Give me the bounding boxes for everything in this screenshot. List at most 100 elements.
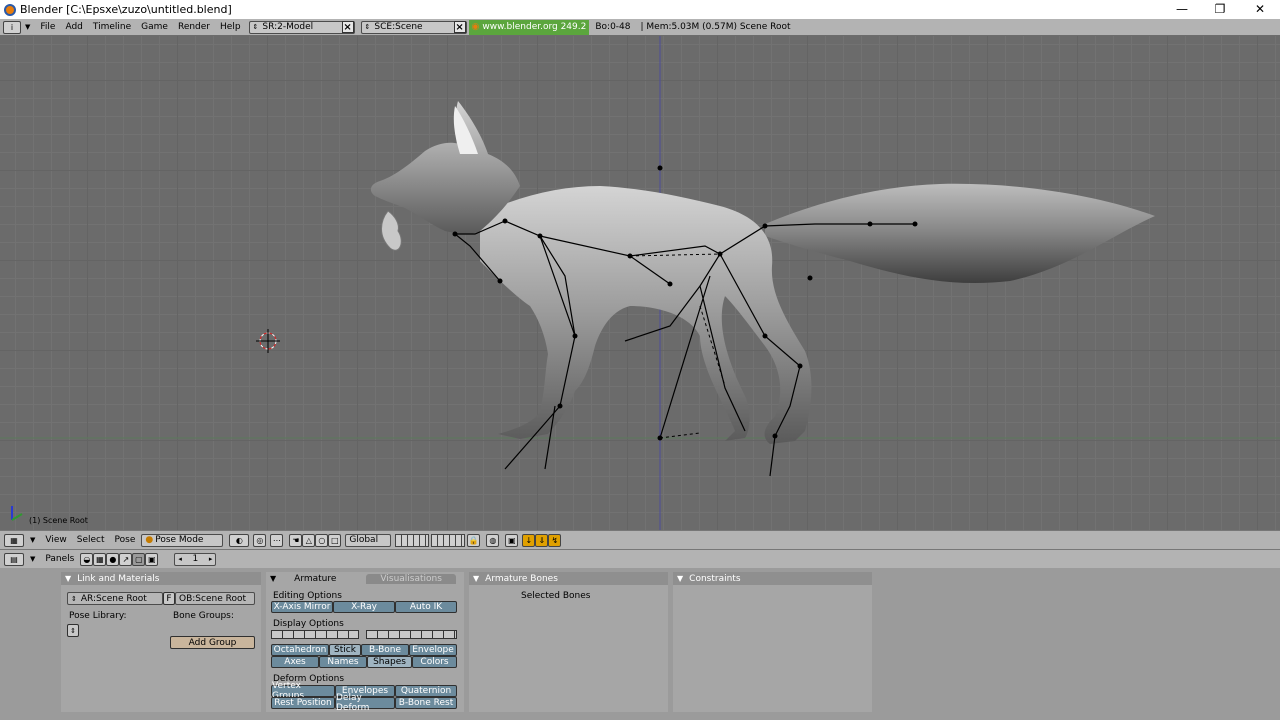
bone-layers-group-2[interactable] — [366, 630, 457, 639]
menu-select[interactable]: Select — [77, 535, 105, 545]
restore-button[interactable]: ❐ — [1200, 0, 1240, 19]
mode-selector[interactable]: ● Pose Mode — [141, 533, 224, 547]
delete-screen-icon[interactable]: × — [341, 21, 354, 33]
names-toggle[interactable]: Names — [319, 656, 367, 668]
editor-type-buttons-icon[interactable]: ▤ — [4, 552, 24, 566]
armature-bones-header[interactable]: ▼ Armature Bones — [469, 572, 668, 585]
object-context-icon[interactable]: ↗ — [119, 552, 133, 566]
link-and-materials-panel: ▼ Link and Materials ⇕ AR:Scene Root F O… — [61, 572, 261, 712]
orientation-label[interactable]: Global — [349, 535, 378, 545]
copy-pose-icon[interactable]: ▣ — [505, 533, 519, 547]
tab-visualisations[interactable]: Visualisations — [366, 573, 456, 584]
x-axis-mirror-toggle[interactable]: X-Axis Mirror — [271, 601, 333, 613]
axes-toggle[interactable]: Axes — [271, 656, 319, 668]
menu-timeline[interactable]: Timeline — [93, 22, 131, 32]
scene-layers-group-2[interactable] — [431, 533, 466, 547]
screen-name[interactable]: SR:2-Model — [262, 22, 313, 32]
collapse-bones-icon[interactable]: ▼ — [473, 574, 479, 583]
lock-layers-icon[interactable]: 🔒 — [467, 533, 481, 547]
frame-decrement-icon[interactable]: ◂ — [178, 555, 182, 563]
orientation-selector[interactable]: Global — [345, 533, 392, 547]
frame-value[interactable]: 1 — [192, 554, 198, 564]
3d-cursor[interactable] — [256, 329, 280, 353]
armature-data-field[interactable]: ⇕ AR:Scene Root — [67, 592, 163, 605]
3d-viewport[interactable]: (1) Scene Root — [0, 36, 1280, 530]
paste-pose-icon[interactable]: ↓ — [522, 533, 536, 547]
script-context-icon[interactable]: ▦ — [93, 552, 107, 566]
envelope-option[interactable]: Envelope — [409, 644, 457, 656]
colors-toggle[interactable]: Colors — [412, 656, 457, 668]
panels-menu[interactable]: Panels — [45, 554, 74, 564]
menu-pose[interactable]: Pose — [115, 535, 136, 545]
frame-counter[interactable]: ◂ 1 ▸ — [174, 552, 217, 566]
scene-dropdown-icon[interactable]: ⇕ — [365, 23, 371, 31]
mode-label[interactable]: Pose Mode — [155, 535, 203, 545]
collapse-header-icon[interactable]: ▼ — [30, 536, 35, 544]
rest-position-toggle[interactable]: Rest Position — [271, 697, 335, 709]
collapse-buttons-header-icon[interactable]: ▼ — [30, 555, 35, 563]
paste-flipped-pose-icon[interactable]: ⇓ — [535, 533, 549, 547]
logic-context-icon[interactable]: ◒ — [80, 552, 94, 566]
editor-type-info-icon[interactable]: i — [3, 20, 21, 34]
screen-selector[interactable]: ⇕ SR:2-Model × — [248, 20, 355, 34]
transform-manipulator-hand-icon[interactable]: ☚ — [289, 533, 303, 547]
object-name-field[interactable]: OB:Scene Root — [175, 592, 255, 605]
scene-name[interactable]: SCE:Scene — [374, 22, 422, 32]
b-bone-rest-toggle[interactable]: B-Bone Rest — [395, 697, 457, 709]
quaternion-toggle[interactable]: Quaternion — [395, 685, 457, 697]
scene-selector[interactable]: ⇕ SCE:Scene × — [360, 20, 467, 34]
stick-option[interactable]: Stick — [329, 644, 361, 656]
manipulator-scale-icon[interactable]: □ — [328, 533, 342, 547]
editor-type-3d-view-icon[interactable]: ▦ — [4, 533, 24, 547]
menu-file[interactable]: File — [40, 22, 55, 32]
manipulator-translate-icon[interactable]: △ — [302, 533, 316, 547]
menu-help[interactable]: Help — [220, 22, 241, 32]
armature-browse-icon[interactable]: ⇕ — [71, 595, 77, 603]
manipulator-rotate-icon[interactable]: ○ — [315, 533, 329, 547]
vertex-groups-toggle[interactable]: Vertex Groups — [271, 681, 335, 701]
minimize-button[interactable]: — — [1162, 0, 1202, 19]
snap-icon[interactable]: ⋯ — [270, 533, 284, 547]
auto-ik-toggle[interactable]: Auto IK — [395, 601, 457, 613]
menu-game[interactable]: Game — [141, 22, 168, 32]
pose-animation-icon[interactable]: ↯ — [548, 533, 562, 547]
constraints-header[interactable]: ▼ Constraints — [673, 572, 872, 585]
octahedron-option[interactable]: Octahedron — [271, 644, 329, 656]
bone-layers-group-1[interactable] — [271, 630, 359, 639]
collapse-armature-icon[interactable]: ▼ — [270, 574, 276, 583]
pivot-point-icon[interactable]: ◎ — [253, 533, 267, 547]
delay-deform-toggle[interactable]: Delay Deform — [335, 693, 395, 713]
collapse-panel-icon[interactable]: ▼ — [65, 574, 71, 583]
fake-user-button[interactable]: F — [163, 592, 175, 605]
menu-add[interactable]: Add — [65, 22, 82, 32]
scene-context-icon[interactable]: ▣ — [145, 552, 159, 566]
link-panel-header[interactable]: ▼ Link and Materials — [61, 572, 261, 585]
tab-armature[interactable]: Armature — [280, 573, 351, 584]
b-bone-option[interactable]: B-Bone — [361, 644, 409, 656]
armature-name[interactable]: AR:Scene Root — [81, 594, 147, 604]
add-group-button[interactable]: Add Group — [170, 636, 255, 649]
close-window-button[interactable]: ✕ — [1240, 0, 1280, 19]
viewport-canvas[interactable] — [0, 36, 1280, 530]
collapse-constraints-icon[interactable]: ▼ — [677, 574, 683, 583]
screen-dropdown-icon[interactable]: ⇕ — [253, 23, 259, 31]
draw-type-icon[interactable]: ◐ — [229, 533, 250, 547]
collapse-menu-icon[interactable]: ▼ — [25, 23, 30, 31]
ogl-render-icon[interactable]: ◍ — [486, 533, 500, 547]
shapes-toggle[interactable]: Shapes — [367, 656, 412, 668]
editing-context-icon[interactable]: ▢ — [132, 552, 146, 566]
shading-context-icon[interactable]: ● — [106, 552, 120, 566]
menu-view[interactable]: View — [45, 535, 66, 545]
3d-view-header: ▦ ▼ View Select Pose ● Pose Mode ◐ ◎ ⋯ ☚… — [0, 530, 1280, 549]
display-options-label: Display Options — [273, 619, 344, 629]
frame-increment-icon[interactable]: ▸ — [209, 555, 213, 563]
blender-url-link[interactable]: ◉ www.blender.org 249.2 — [468, 19, 590, 35]
scene-layers-group-1[interactable] — [395, 533, 430, 547]
blender-url-text[interactable]: www.blender.org 249.2 — [482, 22, 586, 32]
pose-library-browse-button[interactable]: ⇕ — [67, 624, 79, 637]
delete-scene-icon[interactable]: × — [453, 21, 466, 33]
x-ray-toggle[interactable]: X-Ray — [333, 601, 395, 613]
constraints-title: Constraints — [689, 573, 741, 584]
menu-render[interactable]: Render — [178, 22, 210, 32]
object-name[interactable]: OB:Scene Root — [179, 594, 246, 604]
